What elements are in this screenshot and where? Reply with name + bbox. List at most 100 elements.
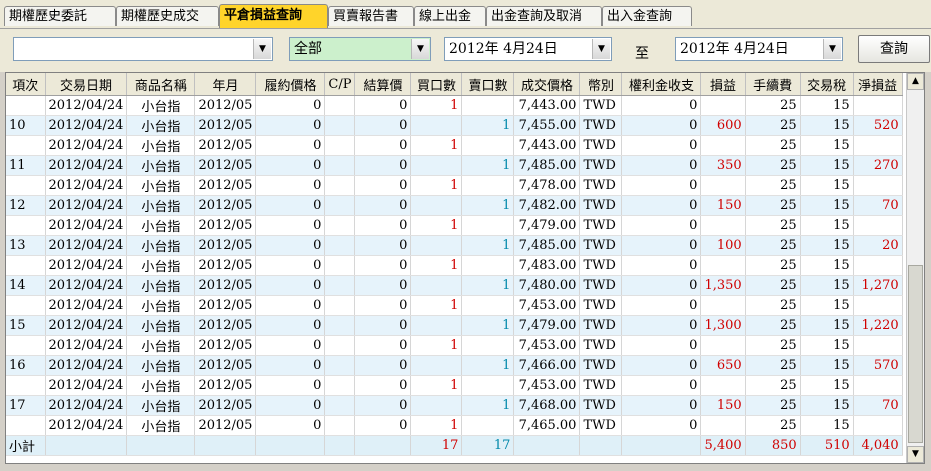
table-row[interactable]: 13 2012/04/24 小台指 2012/05 0 0 1 7,485.00 TWD 0 100… (6, 235, 903, 256)
column-header[interactable]: 項次 (6, 73, 46, 96)
cell-cp (324, 235, 356, 256)
column-header[interactable]: 權利金收支 (621, 73, 702, 96)
cell-settle: 0 (354, 355, 412, 376)
column-header[interactable]: 履約價格 (255, 73, 326, 96)
cell-sell (461, 375, 515, 396)
table-row[interactable]: 14 2012/04/24 小台指 2012/05 0 0 1 7,480.00 TWD 0 1,3… (6, 275, 903, 296)
subtotal-row: 小計 17 17 5,400 850 510 4,040 (6, 435, 903, 456)
table-row[interactable]: 2012/04/24 小台指 2012/05 0 0 1 7,453.00 TWD 0 25 15 (6, 295, 903, 316)
column-header[interactable]: 交易日期 (45, 73, 128, 96)
cell-buy (410, 155, 463, 176)
chevron-down-icon[interactable]: ▼ (592, 39, 610, 59)
cell-cp (324, 295, 356, 316)
cell-sell: 1 (461, 235, 515, 256)
chevron-down-icon[interactable]: ▼ (253, 39, 271, 59)
cell-strike: 0 (255, 215, 326, 236)
column-header[interactable]: 成交價格 (513, 73, 581, 96)
cell-cur: TWD (579, 275, 623, 296)
table-row[interactable]: 10 2012/04/24 小台指 2012/05 0 0 1 7,455.00 TWD 0 600… (6, 115, 903, 136)
query-button[interactable]: 查詢 (858, 35, 930, 63)
cell-tax: 15 (800, 315, 854, 336)
cell-date: 2012/04/24 (45, 235, 128, 256)
tab-deposit-withdrawal-query[interactable]: 出入金查詢 (602, 6, 692, 26)
cell-strike: 0 (255, 395, 326, 416)
cell-premium: 0 (621, 415, 702, 436)
cell-buy: 1 (410, 175, 463, 196)
column-header[interactable]: 賣口數 (461, 73, 515, 96)
tab-closed-pl-query[interactable]: 平倉損益查詢 (219, 4, 328, 28)
column-header[interactable]: 買口數 (410, 73, 463, 96)
table-row[interactable]: 2012/04/24 小台指 2012/05 0 0 1 7,478.00 TWD 0 25 15 (6, 175, 903, 196)
cell-fee: 25 (745, 135, 801, 156)
cell-price: 7,483.00 (513, 255, 581, 276)
table-row[interactable]: 2012/04/24 小台指 2012/05 0 0 1 7,453.00 TWD 0 25 15 (6, 335, 903, 356)
chevron-down-icon[interactable]: ▼ (823, 39, 841, 59)
cell-cp (324, 395, 356, 416)
cell-cur: TWD (579, 375, 623, 396)
cell-pl (700, 135, 746, 156)
cell-settle: 0 (354, 215, 412, 236)
cell-no (6, 95, 46, 116)
cell-cur: TWD (579, 115, 623, 136)
tab-option-history-fills[interactable]: 期權歷史成交 (116, 6, 219, 26)
column-header[interactable]: C/P (324, 73, 356, 96)
cell-price: 7,465.00 (513, 415, 581, 436)
tab-online-withdrawal[interactable]: 線上出金 (414, 6, 486, 26)
cell-sell (461, 175, 515, 196)
column-header[interactable]: 年月 (194, 73, 257, 96)
table-row[interactable]: 11 2012/04/24 小台指 2012/05 0 0 1 7,485.00 TWD 0 350… (6, 155, 903, 176)
cell-net (853, 135, 903, 156)
column-header[interactable]: 手續費 (745, 73, 801, 96)
vertical-scrollbar[interactable]: ▲ ▼ (906, 73, 924, 463)
cell-net: 1,270 (853, 275, 903, 296)
cell-net (853, 175, 903, 196)
cell-fee: 25 (745, 275, 801, 296)
table-row[interactable]: 16 2012/04/24 小台指 2012/05 0 0 1 7,466.00 TWD 0 650… (6, 355, 903, 376)
tab-trade-report[interactable]: 買賣報告書 (328, 6, 414, 26)
table-row[interactable]: 15 2012/04/24 小台指 2012/05 0 0 1 7,479.00 TWD 0 1,3… (6, 315, 903, 336)
cell-cur: TWD (579, 135, 623, 156)
cell-sell: 1 (461, 195, 515, 216)
subtotal-empty-cell (513, 435, 581, 456)
scroll-down-icon[interactable]: ▼ (907, 446, 924, 463)
cell-strike: 0 (255, 275, 326, 296)
column-header[interactable]: 商品名稱 (126, 73, 196, 96)
column-header[interactable]: 淨損益 (853, 73, 903, 96)
cell-settle: 0 (354, 415, 412, 436)
table-row[interactable]: 17 2012/04/24 小台指 2012/05 0 0 1 7,468.00 TWD 0 150… (6, 395, 903, 416)
cell-date: 2012/04/24 (45, 115, 128, 136)
scroll-thumb[interactable] (908, 265, 923, 443)
subtotal-net: 4,040 (853, 435, 903, 456)
column-header[interactable]: 交易稅 (800, 73, 854, 96)
date-to-picker[interactable]: 2012年 4月24日 ▼ (675, 37, 843, 61)
cell-cur: TWD (579, 235, 623, 256)
scroll-up-icon[interactable]: ▲ (907, 73, 924, 90)
cell-sell (461, 95, 515, 116)
chevron-down-icon[interactable]: ▼ (411, 39, 429, 59)
table-row[interactable]: 2012/04/24 小台指 2012/05 0 0 1 7,443.00 TWD 0 25 15 (6, 135, 903, 156)
product-select[interactable]: 全部 ▼ (289, 37, 431, 61)
table-row[interactable]: 2012/04/24 小台指 2012/05 0 0 1 7,483.00 TWD 0 25 15 (6, 255, 903, 276)
table-row[interactable]: 2012/04/24 小台指 2012/05 0 0 1 7,479.00 TWD 0 25 15 (6, 215, 903, 236)
cell-price: 7,466.00 (513, 355, 581, 376)
column-header[interactable]: 結算價 (354, 73, 412, 96)
tab-option-history-orders[interactable]: 期權歷史委託 (4, 6, 116, 26)
cell-fee: 25 (745, 315, 801, 336)
cell-net (853, 375, 903, 396)
cell-date: 2012/04/24 (45, 335, 128, 356)
tab-withdrawal-query[interactable]: 出金查詢及取消 (486, 6, 602, 26)
cell-pl (700, 255, 746, 276)
cell-date: 2012/04/24 (45, 375, 128, 396)
column-header[interactable]: 幣別 (579, 73, 623, 96)
account-select[interactable]: ▼ (13, 37, 273, 61)
table-row[interactable]: 2012/04/24 小台指 2012/05 0 0 1 7,453.00 TWD 0 25 15 (6, 375, 903, 396)
table-row[interactable]: 2012/04/24 小台指 2012/05 0 0 1 7,465.00 TWD 0 25 15 (6, 415, 903, 436)
table-row[interactable]: 2012/04/24 小台指 2012/05 0 0 1 7,443.00 TWD 0 25 15 (6, 95, 903, 116)
column-header[interactable]: 損益 (700, 73, 746, 96)
cell-pl: 150 (700, 395, 746, 416)
table-row[interactable]: 12 2012/04/24 小台指 2012/05 0 0 1 7,482.00 TWD 0 150… (6, 195, 903, 216)
cell-ym: 2012/05 (194, 235, 257, 256)
cell-strike: 0 (255, 415, 326, 436)
date-from-picker[interactable]: 2012年 4月24日 ▼ (444, 37, 612, 61)
cell-ym: 2012/05 (194, 295, 257, 316)
